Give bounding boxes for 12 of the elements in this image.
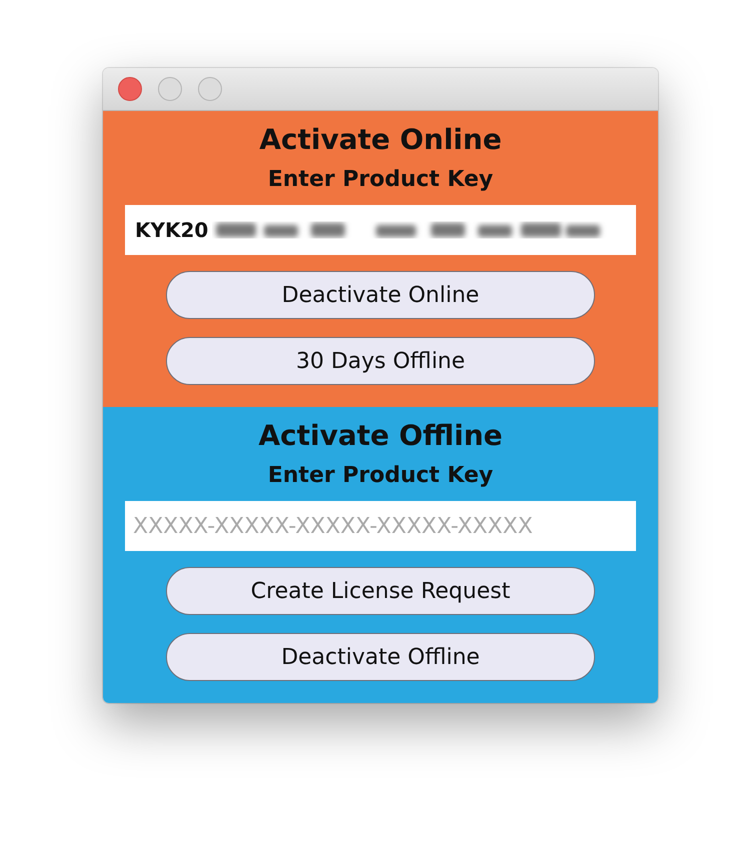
action-button[interactable]: Create License Request [166,567,595,615]
section-title: Activate Online [259,123,502,157]
product-key-field[interactable]: XXXXX-XXXXX-XXXXX-XXXXX-XXXXX [125,501,636,551]
action-button[interactable]: Deactivate Online [166,271,595,319]
section-title: Activate Offline [258,419,503,453]
action-button[interactable]: Deactivate Offline [166,633,595,681]
action-button[interactable]: 30 Days Offline [166,337,595,385]
close-button[interactable] [118,77,142,101]
zoom-button[interactable] [198,77,222,101]
field-label: Enter Product Key [268,167,494,193]
field-label: Enter Product Key [268,463,494,489]
minimize-button[interactable] [158,77,182,101]
